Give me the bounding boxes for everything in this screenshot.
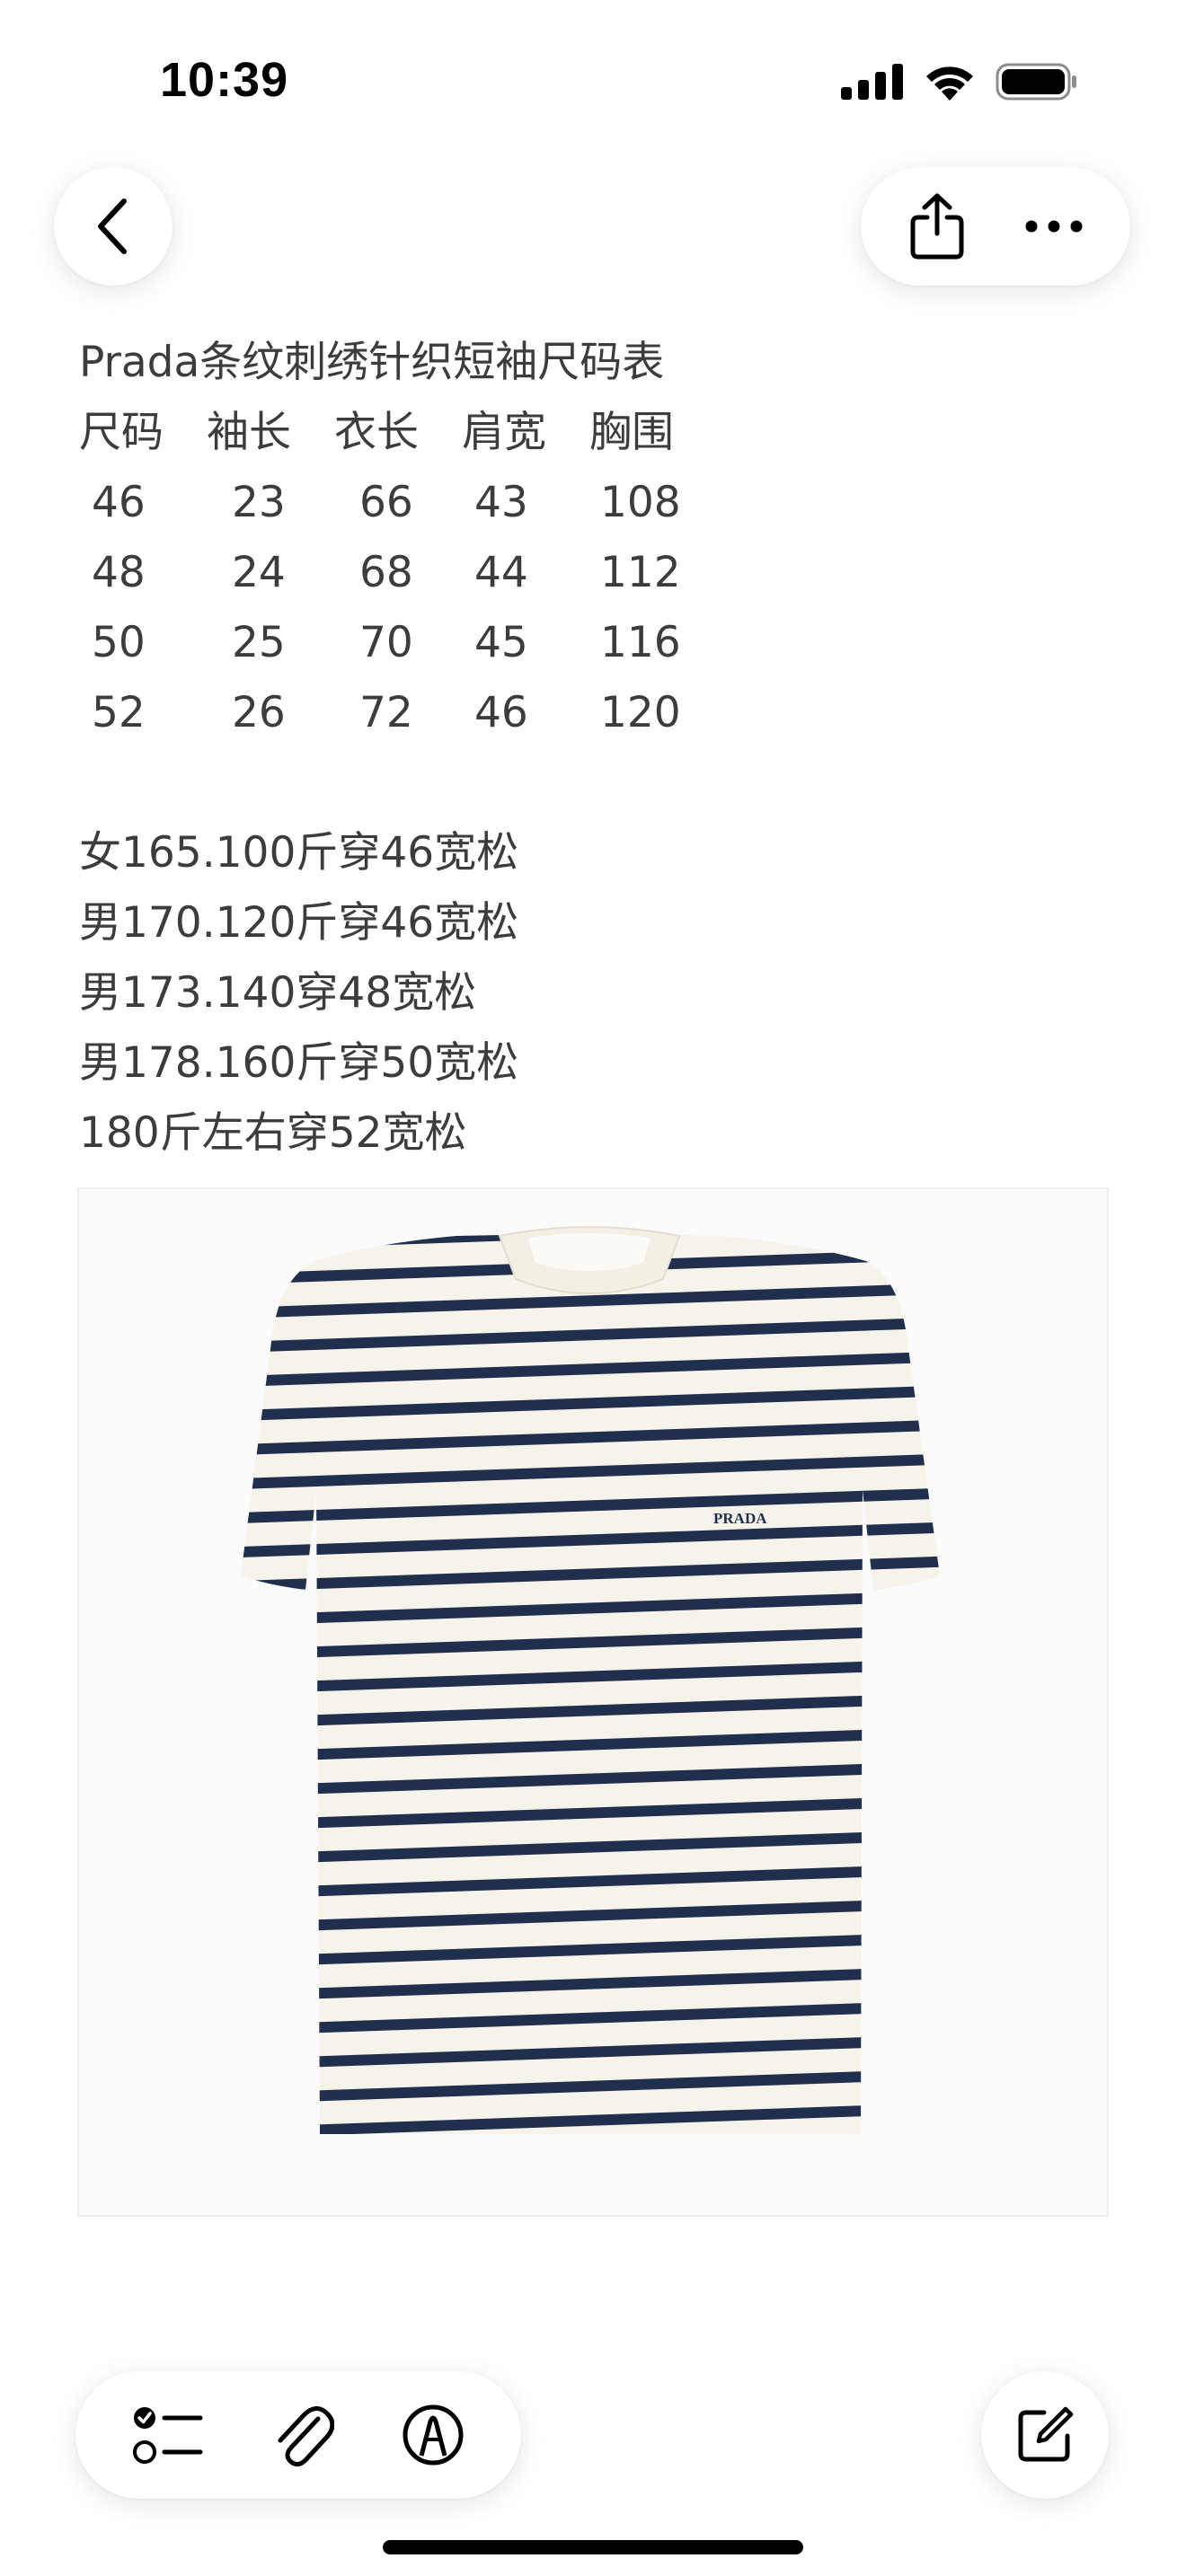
table-cell: 48 xyxy=(92,548,146,597)
table-cell: 46 xyxy=(92,478,146,527)
fit-note: 180斤左右穿52宽松 xyxy=(79,1108,467,1158)
header-cell: 尺码 xyxy=(79,408,164,457)
status-time: 10:39 xyxy=(160,53,289,107)
table-cell: 44 xyxy=(474,548,528,597)
header-cell: 肩宽 xyxy=(462,408,546,457)
home-indicator[interactable] xyxy=(383,2540,803,2554)
size-table-row: 46 23 66 43 108 xyxy=(79,468,1112,538)
checklist-icon[interactable] xyxy=(132,2404,204,2466)
size-table-header: 尺码 袖长 衣长 肩宽 胸围 xyxy=(79,398,1112,468)
table-cell: 24 xyxy=(232,548,286,597)
note-title: Prada条纹刺绣针织短袖尺码表 xyxy=(79,338,665,387)
battery-icon xyxy=(996,63,1076,101)
ellipsis-icon[interactable] xyxy=(1025,219,1083,234)
table-cell: 46 xyxy=(474,688,528,737)
size-table-row: 50 25 70 45 116 xyxy=(79,608,1112,678)
table-cell: 43 xyxy=(474,478,528,527)
striped-tshirt-image: PRADA xyxy=(241,1225,940,2134)
fit-note: 女165.100斤穿46宽松 xyxy=(79,828,519,878)
prada-logo: PRADA xyxy=(713,1510,767,1527)
product-image[interactable]: PRADA xyxy=(77,1187,1109,2217)
markup-pen-icon[interactable] xyxy=(402,2404,465,2466)
table-cell: 50 xyxy=(92,618,146,667)
note-actions xyxy=(861,167,1130,286)
share-icon[interactable] xyxy=(909,192,965,260)
size-table-row: 48 24 68 44 112 xyxy=(79,538,1112,608)
table-cell: 66 xyxy=(359,478,413,527)
paperclip-icon[interactable] xyxy=(271,2401,334,2469)
header-cell: 袖长 xyxy=(207,408,291,457)
compose-button[interactable] xyxy=(981,2371,1109,2499)
table-cell: 70 xyxy=(359,618,413,667)
table-cell: 108 xyxy=(600,478,681,527)
cellular-signal-icon xyxy=(841,64,903,100)
table-cell: 72 xyxy=(359,688,413,737)
header-cell: 衣长 xyxy=(334,408,419,457)
table-cell: 112 xyxy=(600,548,681,597)
table-cell: 25 xyxy=(232,618,286,667)
fit-note: 男170.120斤穿46宽松 xyxy=(79,898,519,948)
notes-screen: 10:39 Prada条纹刺绣针织短袖尺码表 尺码 袖长 衣长 肩宽 胸围 46… xyxy=(0,0,1186,2576)
compose-icon xyxy=(1018,2406,1074,2462)
size-table-row: 52 26 72 46 120 xyxy=(79,678,1112,748)
status-icons xyxy=(841,63,1078,101)
chevron-left-icon xyxy=(98,198,127,254)
table-cell: 52 xyxy=(92,688,146,737)
table-cell: 23 xyxy=(232,478,286,527)
bottom-toolbar xyxy=(75,2371,521,2499)
table-cell: 116 xyxy=(600,618,681,667)
table-cell: 45 xyxy=(474,618,528,667)
fit-note: 男173.140穿48宽松 xyxy=(79,968,477,1018)
header-cell: 胸围 xyxy=(589,408,674,457)
table-cell: 68 xyxy=(359,548,413,597)
wifi-icon xyxy=(926,66,973,101)
table-cell: 26 xyxy=(232,688,286,737)
note-body[interactable]: Prada条纹刺绣针织短袖尺码表 尺码 袖长 衣长 肩宽 胸围 46 23 66… xyxy=(79,328,1112,1169)
table-cell: 120 xyxy=(600,688,681,737)
back-button[interactable] xyxy=(54,167,173,286)
fit-note: 男178.160斤穿50宽松 xyxy=(79,1038,519,1088)
